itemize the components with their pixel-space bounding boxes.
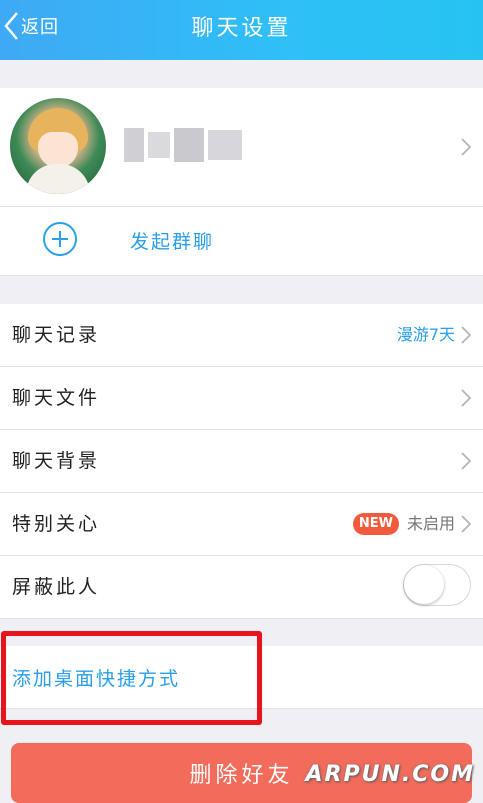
highlight-box bbox=[1, 631, 262, 725]
block-person-label: 屏蔽此人 bbox=[12, 576, 101, 598]
chat-background-label: 聊天背景 bbox=[12, 450, 101, 472]
start-group-chat-label: 发起群聊 bbox=[130, 231, 215, 253]
section-gap bbox=[0, 60, 483, 88]
chat-history-row[interactable]: 聊天记录 漫游7天 bbox=[0, 304, 483, 367]
page-title: 聊天设置 bbox=[191, 16, 292, 41]
special-care-label: 特别关心 bbox=[12, 513, 101, 535]
start-group-chat-row[interactable]: 发起群聊 bbox=[0, 207, 483, 276]
watermark: ARPUN.COM bbox=[305, 762, 475, 787]
new-badge: NEW bbox=[352, 513, 399, 535]
chevron-right-icon bbox=[461, 515, 471, 533]
block-person-toggle[interactable] bbox=[403, 564, 471, 606]
chevron-right-icon bbox=[461, 452, 471, 470]
block-person-row: 屏蔽此人 bbox=[0, 556, 483, 619]
chevron-right-icon bbox=[461, 326, 471, 344]
special-care-row[interactable]: 特别关心 NEW 未启用 bbox=[0, 493, 483, 556]
chevron-right-icon bbox=[461, 389, 471, 407]
plus-circle-icon bbox=[43, 222, 77, 256]
chevron-right-icon bbox=[461, 138, 471, 156]
chat-history-value: 漫游7天 bbox=[396, 325, 455, 344]
chat-history-label: 聊天记录 bbox=[12, 324, 101, 346]
chat-background-row[interactable]: 聊天背景 bbox=[0, 430, 483, 493]
chat-files-label: 聊天文件 bbox=[12, 387, 101, 409]
profile-row[interactable] bbox=[0, 88, 483, 207]
avatar[interactable] bbox=[10, 98, 106, 194]
blurred-username bbox=[124, 128, 242, 162]
section-gap bbox=[0, 276, 483, 304]
special-care-status: 未启用 bbox=[406, 514, 455, 533]
chat-files-row[interactable]: 聊天文件 bbox=[0, 367, 483, 430]
avatar-face bbox=[38, 132, 78, 168]
avatar-body bbox=[26, 164, 90, 194]
toggle-knob bbox=[404, 565, 444, 604]
top-bar: 返回 聊天设置 bbox=[0, 0, 483, 60]
